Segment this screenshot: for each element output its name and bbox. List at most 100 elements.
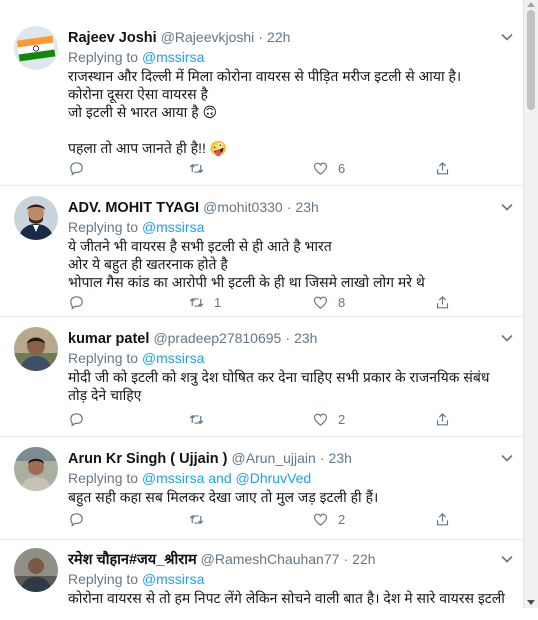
reply-button[interactable] <box>68 509 85 529</box>
replying-label: Replying to <box>68 350 139 366</box>
tweet-line: जो इटली से भारत आया है 🙃 <box>68 104 218 120</box>
share-icon <box>436 161 449 174</box>
tweet-text: बहुत सही कहा सब मिलकर देखा जाए तो मुल जड… <box>68 488 516 506</box>
replying-to: Replying to @mssirsa <box>68 47 516 67</box>
tweet-line: बहुत सही कहा सब मिलकर देखा जाए तो मुल जड… <box>68 489 379 505</box>
tweet-mohit-tyagi[interactable]: ADV. MOHIT TYAGI @mohit0330 · 23h Replyi… <box>0 186 524 317</box>
replying-to: Replying to @mssirsa and @DhruvVed <box>68 468 516 488</box>
tweet-line: भोपाल गैस कांड का आरोपी भी इटली के ही था… <box>68 274 425 290</box>
mention-link[interactable]: @mssirsa <box>142 49 204 65</box>
display-name[interactable]: Arun Kr Singh ( Ujjain ) <box>68 451 228 467</box>
replying-to: Replying to @mssirsa <box>68 569 516 589</box>
reply-thread: Rajeev Joshi @Rajeevkjoshi · 22h Replyin… <box>0 0 524 620</box>
reply-icon <box>70 412 83 427</box>
tweet-line: ओर ये बहुत ही खतरनाक होते है <box>68 256 228 272</box>
timestamp[interactable]: 23h <box>295 199 318 215</box>
scrollbar[interactable] <box>523 0 538 608</box>
user-handle[interactable]: @RameshChauhan77 <box>201 551 340 567</box>
mention-link[interactable]: @mssirsa and @DhruvVed <box>142 470 311 486</box>
retweet-button[interactable]: 1 <box>188 292 221 312</box>
tweet-text: मोदी जी को इटली को शत्रु देश घोषित कर दे… <box>68 368 516 404</box>
timestamp[interactable]: 22h <box>352 551 375 567</box>
display-name[interactable]: kumar patel <box>68 331 149 347</box>
like-count: 8 <box>338 294 346 310</box>
avatar[interactable] <box>14 548 58 592</box>
tweet-actions: 6 <box>68 158 484 178</box>
reply-icon <box>70 161 83 176</box>
chevron-down-icon[interactable] <box>500 30 514 44</box>
chevron-down-icon[interactable] <box>500 451 514 465</box>
tweet-rajeev-joshi[interactable]: Rajeev Joshi @Rajeevkjoshi · 22h Replyin… <box>0 0 524 186</box>
timestamp[interactable]: 23h <box>329 450 352 466</box>
like-button[interactable]: 8 <box>312 292 345 312</box>
display-name[interactable]: ADV. MOHIT TYAGI <box>68 200 199 216</box>
mention-link[interactable]: @mssirsa <box>142 219 204 235</box>
share-icon <box>436 295 449 308</box>
display-name[interactable]: रमेश चौहान#जय_श्रीराम <box>68 552 197 568</box>
tweet-header: kumar patel @pradeep27810695 · 23h <box>68 328 516 348</box>
scrollbar-thumb[interactable] <box>527 10 535 110</box>
avatar[interactable] <box>14 196 58 240</box>
replying-to: Replying to @mssirsa <box>68 348 516 368</box>
like-button[interactable]: 2 <box>312 409 345 429</box>
share-button[interactable] <box>434 292 451 312</box>
avatar[interactable] <box>14 327 58 371</box>
share-icon <box>436 412 449 425</box>
display-name[interactable]: Rajeev Joshi <box>68 30 157 46</box>
chevron-down-icon[interactable] <box>500 331 514 345</box>
tweet-arun-kr-singh[interactable]: Arun Kr Singh ( Ujjain ) @Arun_ujjain · … <box>0 437 524 540</box>
like-icon <box>313 296 328 309</box>
user-handle[interactable]: @pradeep27810695 <box>153 330 281 346</box>
share-button[interactable] <box>434 158 451 178</box>
tweet-line: तोड़ देने चाहिए <box>68 387 142 403</box>
tweet-header: ADV. MOHIT TYAGI @mohit0330 · 23h <box>68 197 516 217</box>
user-handle[interactable]: @mohit0330 <box>203 199 283 215</box>
reply-icon <box>70 295 83 310</box>
replying-to: Replying to @mssirsa <box>68 217 516 237</box>
user-handle[interactable]: @Arun_ujjain <box>232 450 316 466</box>
retweet-count: 1 <box>214 294 222 310</box>
tweet-ramesh-chauhan[interactable]: रमेश चौहान#जय_श्रीराम @RameshChauhan77 ·… <box>0 540 524 620</box>
tweet-header: Arun Kr Singh ( Ujjain ) @Arun_ujjain · … <box>68 448 516 468</box>
like-count: 6 <box>338 160 346 176</box>
share-icon <box>436 512 449 525</box>
like-button[interactable]: 6 <box>312 158 345 178</box>
like-count: 2 <box>338 511 346 527</box>
mention-link[interactable]: @mssirsa <box>142 571 204 587</box>
chevron-down-icon[interactable] <box>500 200 514 214</box>
retweet-button[interactable] <box>188 509 214 529</box>
reply-button[interactable] <box>68 158 85 178</box>
like-icon <box>313 413 328 426</box>
tweet-header: Rajeev Joshi @Rajeevkjoshi · 22h <box>68 27 516 47</box>
like-icon <box>313 513 328 526</box>
separator-dot: · <box>343 551 349 567</box>
mention-link[interactable]: @mssirsa <box>142 350 204 366</box>
tweet-text: ये जीतने भी वायरस है सभी इटली से ही आते … <box>68 237 516 291</box>
retweet-icon <box>189 163 204 173</box>
scroll-up-arrow-icon[interactable] <box>527 2 535 7</box>
share-button[interactable] <box>434 409 451 429</box>
timestamp[interactable]: 23h <box>294 330 317 346</box>
avatar[interactable] <box>14 447 58 491</box>
replying-label: Replying to <box>68 571 139 587</box>
replying-label: Replying to <box>68 219 139 235</box>
reply-button[interactable] <box>68 292 85 312</box>
chevron-down-icon[interactable] <box>500 552 514 566</box>
retweet-button[interactable] <box>188 158 214 178</box>
timestamp[interactable]: 22h <box>267 29 290 45</box>
tweet-kumar-patel[interactable]: kumar patel @pradeep27810695 · 23h Reply… <box>0 317 524 437</box>
share-button[interactable] <box>434 509 451 529</box>
like-count: 2 <box>338 411 346 427</box>
scroll-down-arrow-icon[interactable] <box>527 600 535 605</box>
like-button[interactable]: 2 <box>312 509 345 529</box>
retweet-icon <box>189 297 204 307</box>
replying-label: Replying to <box>68 49 139 65</box>
tweet-line <box>68 121 516 139</box>
retweet-icon <box>189 514 204 524</box>
reply-button[interactable] <box>68 409 85 429</box>
separator-dot: · <box>285 330 291 346</box>
avatar[interactable] <box>14 26 58 70</box>
user-handle[interactable]: @Rajeevkjoshi <box>161 29 255 45</box>
tweet-line: पहला तो आप जानते ही है!! 🤪 <box>68 140 228 156</box>
retweet-button[interactable] <box>188 409 214 429</box>
